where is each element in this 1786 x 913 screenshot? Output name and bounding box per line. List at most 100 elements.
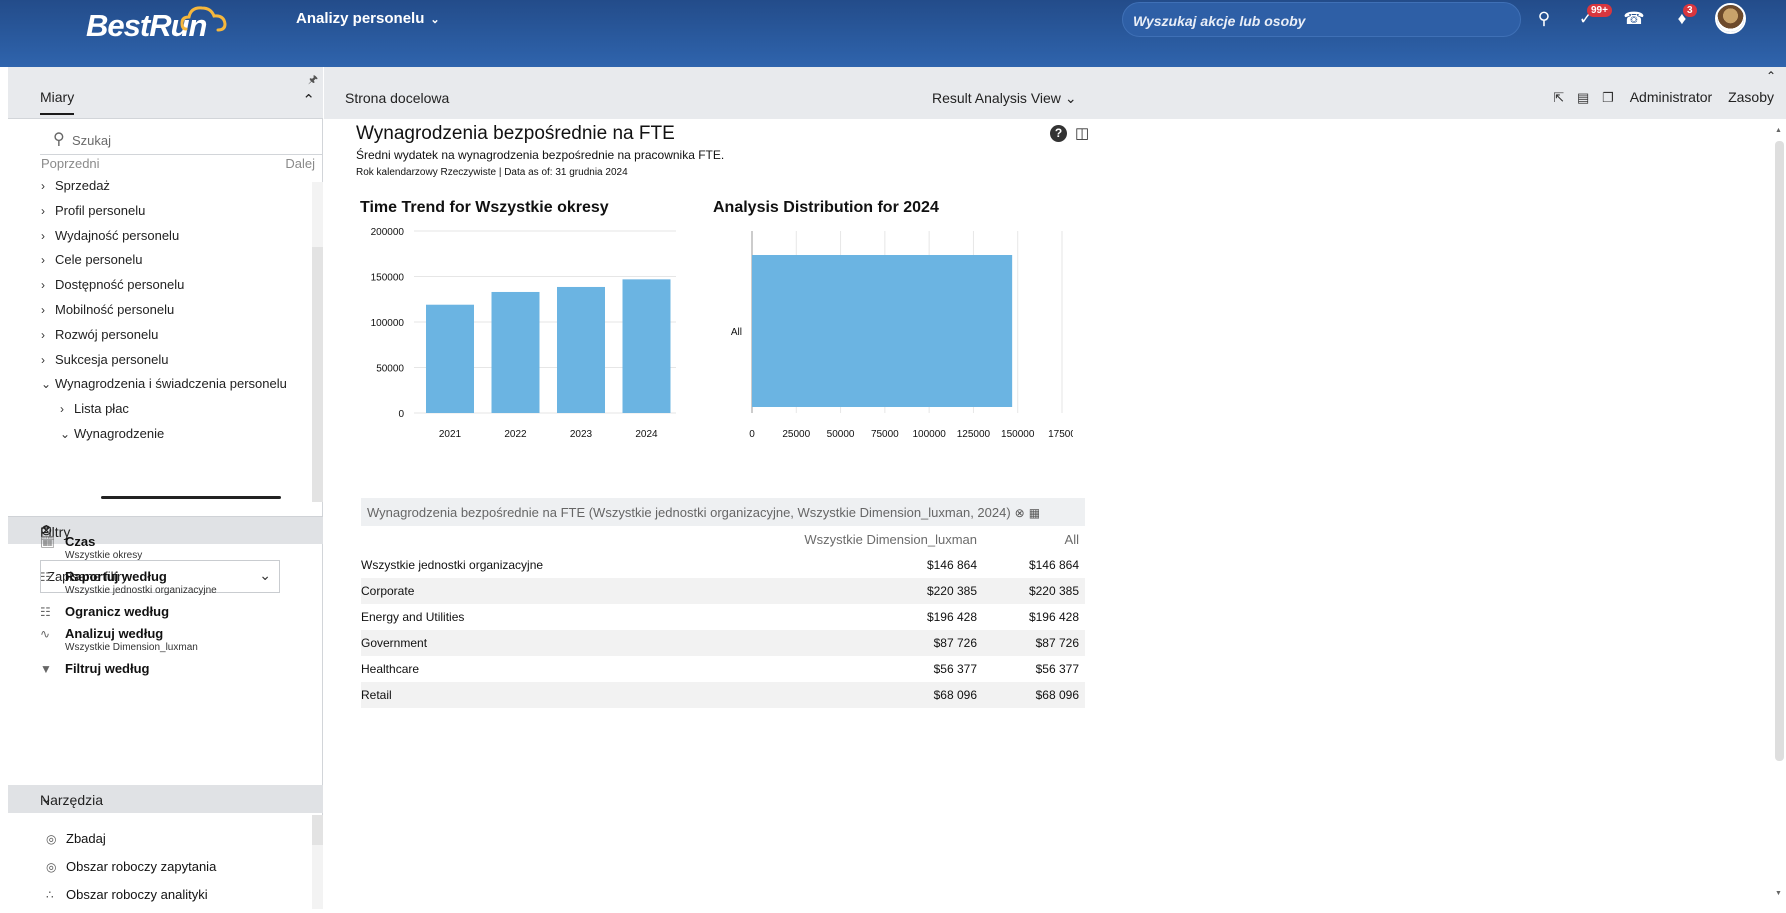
row-value: $68 096 (1035, 688, 1079, 702)
tool-explore-icon: ◎ (46, 832, 57, 846)
measure-tree-item[interactable]: ⌄ Wynagrodzenia i świadczenia personelu (41, 376, 287, 391)
row-value: $220 385 (926, 584, 977, 598)
pin-icon[interactable]: 🖈 (308, 71, 318, 90)
notifications-badge: 3 (1683, 4, 1697, 17)
column-header[interactable]: All (1065, 532, 1079, 547)
chevron-right-icon: › (41, 203, 45, 218)
comment-icon[interactable]: ◫ (1075, 124, 1089, 142)
table-row[interactable]: Corporate $220 385 $220 385 (361, 578, 1085, 604)
page-subtitle: Średni wydatek na wynagrodzenia bezpośre… (356, 148, 725, 162)
results-table: Wynagrodzenia bezpośrednie na FTE (Wszys… (361, 498, 1085, 708)
bar (752, 255, 1013, 407)
measure-tree-label: Lista płac (74, 401, 129, 417)
table-row[interactable]: Healthcare $56 377 $56 377 (361, 656, 1085, 682)
chevron-right-icon: › (41, 352, 45, 367)
measure-tree: › Sprzedaż › Profil personelu › Wydajność per… (8, 178, 313, 501)
table-row[interactable]: Wszystkie jednostki organizacyjne $146 86… (361, 552, 1085, 578)
tab-measures[interactable]: Miary (40, 89, 75, 115)
scroll-up-icon[interactable]: ▲ (1775, 127, 1782, 134)
measure-tree-label: Wynagrodzenia i świadczenia personelu (55, 376, 287, 392)
view-selector[interactable]: Result Analysis View ⌄ (932, 90, 1077, 107)
chevron-right-icon: › (41, 228, 45, 243)
row-label: Wszystkie jednostki organizacyjne (361, 558, 544, 572)
measure-tree-item[interactable]: › Rozwój personelu (41, 327, 158, 342)
x-tick-label: 75000 (871, 429, 899, 440)
module-switcher-label: Analizy personelu (296, 10, 425, 27)
measure-tree-item[interactable]: › Cele personelu (41, 252, 142, 267)
clear-icon[interactable]: ⊗ (1015, 506, 1025, 520)
table-row[interactable]: Retail $68 096 $68 096 (361, 682, 1085, 708)
bar (622, 279, 671, 413)
prev-link[interactable]: Poprzedni (41, 156, 100, 171)
bell-icon[interactable]: ♦ 3 (1671, 4, 1697, 30)
table-row[interactable]: Government $87 726 $87 726 (361, 630, 1085, 656)
column-header[interactable]: Wszystkie Dimension_luxman (804, 532, 977, 547)
export-icon[interactable]: ⇱ (1553, 90, 1564, 106)
measure-scrollbar[interactable] (312, 182, 323, 502)
row-label: Corporate (361, 584, 415, 598)
todo-check-icon[interactable]: ✓ 99+ (1575, 4, 1612, 30)
measure-tree-item[interactable]: › Sukcesja personelu (41, 352, 168, 367)
x-tick-label: 125000 (957, 429, 991, 440)
chevron-right-icon: › (41, 179, 45, 193)
main-scrollbar[interactable]: ▲ ▼ (1775, 127, 1784, 897)
scroll-down-icon[interactable]: ▼ (1775, 890, 1782, 897)
filter-title: Ogranicz według (65, 604, 170, 619)
word-export-icon[interactable]: ▤ (1577, 90, 1589, 106)
filter-subtitle: Wszystkie jednostki organizacyjne (65, 585, 217, 596)
x-tick-label: 2023 (570, 429, 593, 440)
x-tick-label: 100000 (912, 429, 946, 440)
measure-tree-item[interactable]: › Mobilność personelu (41, 302, 174, 317)
bar (557, 286, 605, 413)
y-tick-label: 150000 (371, 273, 405, 284)
measures-tabbar: 🖈 Miary ⌃ (8, 67, 323, 119)
tool-label: Zbadaj (66, 831, 106, 846)
tool-item[interactable]: ◎ Zbadaj (46, 831, 106, 846)
y-tick-label: 0 (398, 409, 404, 420)
calendar-icon: 🗓 (40, 535, 56, 549)
row-value: $56 377 (1035, 662, 1079, 676)
bar (491, 291, 540, 413)
chevron-right-icon: › (60, 402, 64, 417)
tool-item[interactable]: ◎ Obszar roboczy zapytania (46, 859, 216, 874)
tools-scrollbar[interactable] (312, 815, 323, 909)
next-link[interactable]: Dalej (285, 156, 315, 171)
global-search-placeholder: Wyszukaj akcje lub osoby (1133, 13, 1306, 29)
measure-tree-item[interactable]: › Profil personelu (41, 203, 145, 218)
module-switcher[interactable]: Analizy personelu ⌄ (296, 10, 440, 27)
table-settings-icon[interactable]: ▦ (1029, 506, 1040, 520)
user-avatar[interactable] (1715, 3, 1746, 34)
bar (426, 304, 474, 413)
row-value: $56 377 (933, 662, 977, 676)
measure-tree-item[interactable]: › Lista płac (60, 401, 129, 416)
chevron-down-icon: ⌄ (1064, 90, 1077, 106)
resources-link[interactable]: Zasoby (1728, 89, 1774, 105)
measure-pager: Poprzedni Dalej (41, 156, 323, 176)
table-row[interactable]: Energy and Utilities $196 428 $196 428 (361, 604, 1085, 630)
measure-tree-item[interactable]: › Wydajność personelu (41, 228, 179, 243)
chevron-right-icon: › (41, 327, 45, 342)
copy-icon[interactable]: ❐ (1602, 90, 1614, 106)
measure-tree-item[interactable]: › Dostępność personelu (41, 277, 184, 292)
measure-search-input[interactable]: ⚲ Szukaj (40, 125, 323, 155)
global-search-input[interactable]: Wyszukaj akcje lub osoby (1122, 2, 1521, 37)
filter-title: Filtruj według (65, 661, 150, 676)
row-value: $146 864 (926, 558, 977, 572)
help-icon[interactable]: ? (1050, 125, 1067, 142)
measure-tree-item[interactable]: ⌄ Wynagrodzenie (60, 426, 164, 441)
breadcrumb[interactable]: Strona docelowa (345, 90, 449, 106)
collapse-up-icon[interactable]: ⌃ (1766, 69, 1776, 83)
table-body: Wszystkie jednostki organizacyjne $146 86… (361, 552, 1085, 708)
headset-icon[interactable]: ☎ (1623, 8, 1645, 30)
measure-tree-label: Sprzedaż (55, 178, 110, 193)
measure-tree-item[interactable]: › Sprzedaż (41, 178, 110, 193)
search-icon: ⚲ (53, 131, 65, 148)
search-icon[interactable]: ⚲ (1533, 8, 1555, 30)
funnel-icon: ▼ (40, 662, 52, 676)
tool-item[interactable]: ∴ Obszar roboczy analityki (46, 887, 208, 902)
table-caption: Wynagrodzenia bezpośrednie na FTE (Wszys… (361, 498, 1085, 526)
org-chart-icon: ☷ (40, 605, 51, 619)
expand-down-icon[interactable]: ⌄ (40, 789, 317, 807)
administrator-link[interactable]: Administrator (1630, 89, 1712, 105)
collapse-up-icon[interactable]: ⌃ (302, 91, 315, 109)
